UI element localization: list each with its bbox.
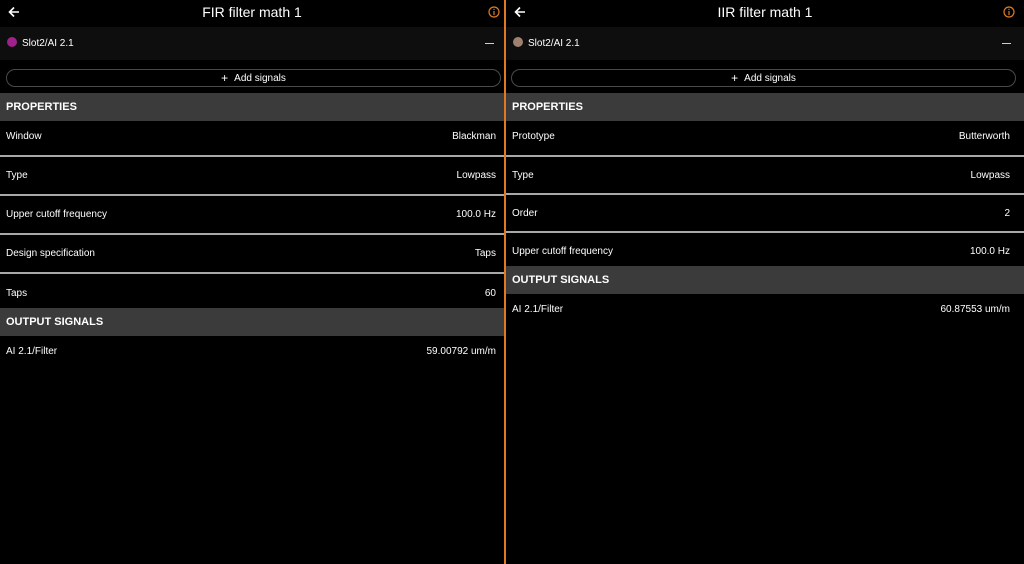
- property-value: 2: [1004, 208, 1010, 219]
- iir-property-upper-cutoff[interactable]: Upper cutoff frequency 100.0 Hz: [506, 246, 1024, 264]
- output-value: 60.87553 um/m: [940, 304, 1011, 315]
- property-label: Upper cutoff frequency: [512, 246, 613, 257]
- separator: [0, 272, 504, 274]
- iir-property-order[interactable]: Order 2: [506, 208, 1024, 228]
- signal-color-dot: [7, 37, 17, 47]
- separator: [0, 233, 504, 235]
- iir-header: IIR filter math 1: [506, 0, 1024, 27]
- property-value: Blackman: [452, 131, 496, 142]
- property-value: Butterworth: [958, 131, 1010, 142]
- fir-output-row[interactable]: AI 2.1/Filter 59.00792 um/m: [0, 346, 504, 362]
- fir-properties-header: PROPERTIES: [0, 93, 504, 121]
- fir-add-signals-button[interactable]: + Add signals: [6, 69, 501, 87]
- iir-output-row[interactable]: AI 2.1/Filter 60.87553 um/m: [506, 304, 1024, 320]
- plus-icon: +: [731, 71, 739, 85]
- iir-property-prototype[interactable]: Prototype Butterworth: [506, 131, 1024, 151]
- output-value: 59.00792 um/m: [426, 346, 497, 357]
- info-icon[interactable]: [488, 5, 500, 18]
- plus-icon: +: [221, 71, 229, 85]
- app-root: FIR filter math 1 Slot2/AI 2.1 + Add sig…: [0, 0, 1024, 564]
- property-value: 60: [484, 288, 496, 299]
- iir-output-signals-header: OUTPUT SIGNALS: [506, 266, 1024, 294]
- iir-signal-name: Slot2/AI 2.1: [528, 38, 580, 49]
- add-signals-label: Add signals: [744, 72, 796, 84]
- iir-signal-row[interactable]: Slot2/AI 2.1: [506, 27, 1024, 60]
- remove-signal-icon[interactable]: [1002, 43, 1011, 44]
- fir-page-title: FIR filter math 1: [202, 4, 302, 20]
- iir-property-type[interactable]: Type Lowpass: [506, 170, 1024, 190]
- property-value: Lowpass: [970, 170, 1010, 181]
- fir-property-taps[interactable]: Taps 60: [0, 288, 504, 306]
- fir-property-design-spec[interactable]: Design specification Taps: [0, 248, 504, 268]
- iir-page-title: IIR filter math 1: [717, 4, 813, 20]
- fir-property-type[interactable]: Type Lowpass: [0, 170, 504, 190]
- separator: [506, 231, 1024, 233]
- property-label: Upper cutoff frequency: [6, 209, 107, 220]
- add-signals-label: Add signals: [234, 72, 286, 84]
- iir-properties-header: PROPERTIES: [506, 93, 1024, 121]
- property-value: 100.0 Hz: [969, 246, 1010, 257]
- output-label: AI 2.1/Filter: [6, 346, 58, 357]
- iir-panel: IIR filter math 1 Slot2/AI 2.1 + Add sig…: [506, 0, 1024, 564]
- property-label: Type: [6, 170, 28, 181]
- property-label: Design specification: [6, 248, 95, 259]
- remove-signal-icon[interactable]: [485, 43, 494, 44]
- fir-output-signals-header: OUTPUT SIGNALS: [0, 308, 504, 336]
- fir-panel: FIR filter math 1 Slot2/AI 2.1 + Add sig…: [0, 0, 504, 564]
- property-label: Window: [6, 131, 42, 142]
- fir-signal-row[interactable]: Slot2/AI 2.1: [0, 27, 504, 60]
- separator: [0, 194, 504, 196]
- property-value: 100.0 Hz: [455, 209, 496, 220]
- property-label: Taps: [6, 288, 28, 299]
- property-label: Prototype: [512, 131, 555, 142]
- property-label: Type: [512, 170, 534, 181]
- fir-property-window[interactable]: Window Blackman: [0, 131, 504, 151]
- fir-property-upper-cutoff[interactable]: Upper cutoff frequency 100.0 Hz: [0, 209, 504, 229]
- property-label: Order: [512, 208, 538, 219]
- fir-signal-name: Slot2/AI 2.1: [22, 38, 74, 49]
- info-icon[interactable]: [1003, 5, 1015, 18]
- fir-header: FIR filter math 1: [0, 0, 504, 27]
- output-label: AI 2.1/Filter: [512, 304, 564, 315]
- separator: [506, 193, 1024, 195]
- property-value: Taps: [474, 248, 496, 259]
- separator: [506, 155, 1024, 157]
- separator: [0, 155, 504, 157]
- property-value: Lowpass: [456, 170, 496, 181]
- iir-add-signals-button[interactable]: + Add signals: [511, 69, 1016, 87]
- signal-color-dot: [513, 37, 523, 47]
